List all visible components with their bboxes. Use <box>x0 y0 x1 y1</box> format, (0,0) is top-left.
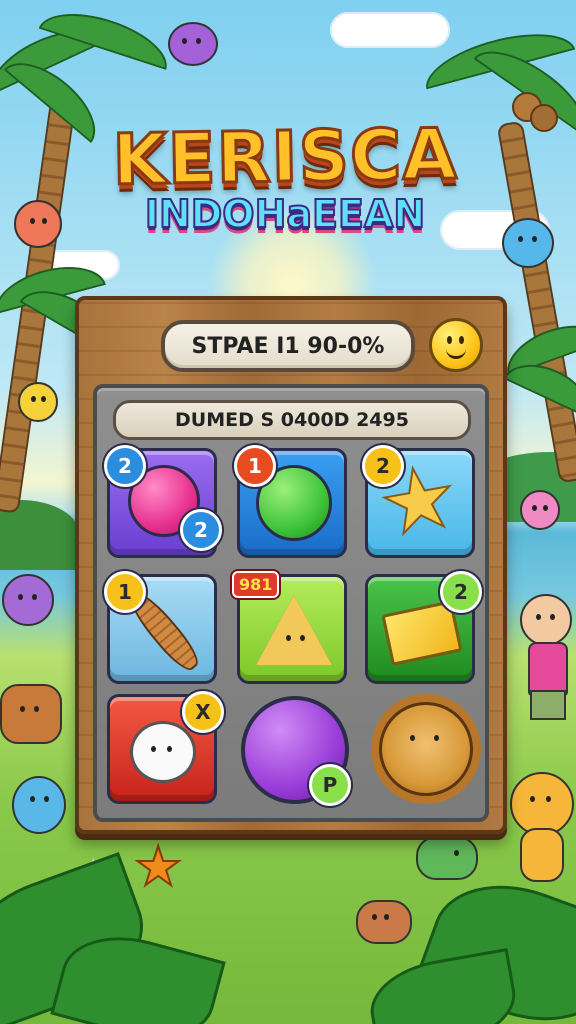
tile-star[interactable]: ★ 2 <box>362 444 475 558</box>
status-text: STPAE I1 90-0% <box>191 333 385 359</box>
tile-badge: X <box>182 691 224 733</box>
tile-pink-gem[interactable]: 2 2 <box>104 445 222 558</box>
score-display: DUMED S 0400D 2495 <box>113 400 471 440</box>
yellow-bear <box>510 772 574 836</box>
pink-creature <box>520 490 560 530</box>
blue-dino <box>12 776 66 834</box>
tile-envelope[interactable]: 2 <box>365 571 482 684</box>
tile-grid-panel: DUMED S 0400D 2495 2 2 1 ★ 2 1 981 2 X P <box>93 384 489 822</box>
palm-tree-trunk <box>496 120 576 484</box>
cloud <box>330 12 450 48</box>
tile-nacho[interactable]: 981 <box>232 571 347 684</box>
brown-monkey <box>0 684 62 744</box>
tile-badge: 2 <box>440 571 482 613</box>
tile-badge: 1 <box>104 571 146 613</box>
starfish-icon: ★ <box>133 835 183 898</box>
tile-badge: 2 <box>180 509 222 551</box>
tile-green-gem[interactable]: 1 <box>234 445 347 558</box>
purple-orb-icon[interactable]: P <box>241 696 351 806</box>
tile-badge: 2 <box>104 445 146 487</box>
orange-creature <box>14 200 62 248</box>
yellow-bear-body <box>520 828 564 882</box>
purple-fox-creature <box>2 574 54 626</box>
lion-face-icon[interactable] <box>379 702 473 796</box>
nacho-chip-icon <box>256 595 332 665</box>
tile-carrot[interactable]: 1 <box>104 571 217 684</box>
boy-shorts <box>530 690 566 720</box>
boy-shirt <box>528 642 568 696</box>
game-title-logo: KERISCA INDOHaEEAN <box>70 111 500 237</box>
score-text: DUMED S 0400D 2495 <box>175 409 409 431</box>
blue-creature <box>502 218 554 268</box>
yellow-bird <box>18 382 58 422</box>
green-turtle <box>416 836 478 880</box>
brown-critter <box>356 900 412 944</box>
foreground-leaf <box>363 947 523 1024</box>
coconut <box>530 104 558 132</box>
tile-badge: 2 <box>362 445 404 487</box>
smiley-face-icon[interactable] <box>429 318 483 372</box>
boy-character <box>520 594 572 646</box>
game-title: KERISCA <box>110 111 459 202</box>
status-display: STPAE I1 90-0% <box>161 320 415 372</box>
tile-badge: P <box>309 764 351 806</box>
tile-badge: 981 <box>232 571 280 598</box>
tile-bear[interactable]: X <box>107 691 224 804</box>
tile-badge: 1 <box>234 445 276 487</box>
purple-creature <box>168 22 218 66</box>
white-bear-icon <box>130 721 196 783</box>
game-board: STPAE I1 90-0% DUMED S 0400D 2495 2 2 1 … <box>75 296 507 834</box>
